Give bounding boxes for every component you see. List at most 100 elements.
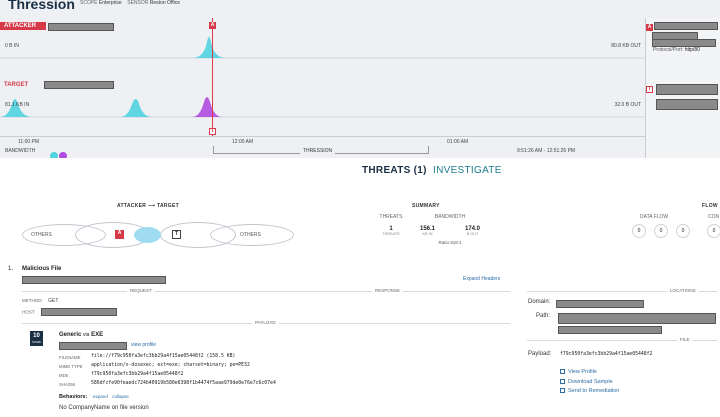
right-others-label: OTHERS (240, 232, 261, 238)
tab-threats[interactable]: THREATS (1) (362, 165, 427, 176)
attacker-node[interactable]: A (115, 230, 124, 239)
connection-overlap (134, 227, 161, 243)
traffic-chart[interactable]: ATTACKER 0 B IN 80.8 KB OUT TARGET 81.1 … (0, 18, 645, 136)
score-badge: 10 SCORE (30, 331, 43, 346)
relationship-graph[interactable]: OTHERS A T OTHERS (20, 222, 294, 248)
threat-profile-redacted (59, 342, 127, 350)
view-profile-inline-link[interactable]: view profile (131, 342, 156, 348)
payload-label: PAYLOAD (252, 320, 279, 325)
tab-bar: THREATS (1) INVESTIGATE (0, 158, 720, 186)
side-protocol: Protocol/Port: http/80 (653, 47, 700, 53)
host-redacted (40, 308, 117, 316)
threat-name-row: Generic via EXE (59, 332, 103, 338)
summary-bandwidth-label: BANDWIDTH (434, 214, 466, 220)
mime-value: application/x-dosexec; ext=exe; charset=… (91, 363, 250, 368)
sha256-value: 586dfcfe90feaedc724b40919b580e6398f1b447… (91, 381, 276, 386)
side-target-tag: T (646, 86, 653, 93)
score-sub: SCORE (32, 341, 41, 344)
side-target-redacted-2 (656, 99, 718, 110)
behaviors-label: Behaviors: (59, 394, 88, 400)
scope-value[interactable]: Enterprise (99, 0, 122, 6)
threat-title[interactable]: Malicious File (22, 266, 61, 272)
target-out: 32.0 B OUT (614, 102, 641, 108)
filename-key: FILENAME (59, 355, 81, 360)
traffic-chart-svg (0, 37, 645, 118)
summary-bw-in-sub: KB IN (422, 232, 433, 236)
target-in: 81.1 KB IN (5, 102, 30, 108)
side-attacker-redacted (654, 22, 718, 30)
behaviors-row: Behaviors: expand collapse (59, 394, 129, 400)
download-icon (560, 379, 565, 384)
summary-ratio: Ratio 918:1 (438, 240, 462, 245)
target-inbound-peak-2 (120, 99, 152, 117)
attacker-inbound-peak (192, 37, 226, 58)
score-value: 10 (33, 333, 40, 339)
threat-name: Generic (59, 332, 82, 338)
protocol-value: http/80 (684, 47, 700, 53)
path-redacted-2 (558, 326, 662, 334)
flow-b: 0 (654, 224, 668, 238)
send-icon (560, 388, 565, 393)
summary-heading: SUMMARY (412, 203, 440, 209)
tab-investigate[interactable]: INVESTIGATE (433, 165, 502, 176)
page-title: Thression (8, 0, 75, 12)
cursor-attacker-tag: A (209, 22, 216, 29)
bandwidth-label: BANDWIDTH (5, 148, 36, 154)
payload-divider: PAYLOAD (22, 320, 510, 325)
threat-url-redacted (22, 276, 166, 284)
download-sample-link[interactable]: Download Sample (560, 379, 613, 385)
attacker-label: ATTACKER (0, 22, 47, 30)
download-sample-label: Download Sample (568, 379, 613, 385)
mime-key: MIME TYPE (59, 364, 83, 369)
method-row: METHOD: GET (22, 298, 58, 304)
tick-11pm: 11:00 PM (18, 139, 40, 145)
attacker-in: 0 B IN (5, 43, 19, 49)
flow-heading: FLOW (702, 203, 718, 209)
domain-redacted (556, 300, 644, 308)
md5-value: f79c950fa3efc3bb29a4f15ae05448f2 (91, 372, 184, 377)
behavior-item: No CompanyName on file version (59, 405, 149, 411)
threat-index: 1. (8, 266, 14, 272)
host-label: HOST: (22, 309, 36, 315)
target-outbound-peak (192, 97, 222, 117)
attacker-ip-redacted (48, 23, 114, 31)
flow-cps: 0 (632, 224, 646, 238)
flow-data-label: DATA FLOW (640, 214, 669, 220)
payload-key: Payload: (528, 351, 552, 357)
timeline-panel: Thression SCOPE Enterprise SENSOR Reston… (0, 0, 720, 160)
title-meta: SCOPE Enterprise SENSOR Reston Office (80, 0, 180, 6)
sensor-label: SENSOR (127, 0, 149, 6)
filename-value: file://f79c950fa3efc3bb29a4f15ae05448f2 … (91, 354, 236, 359)
path-redacted (558, 313, 716, 324)
payload-value: f79c950fa3efc3bb29a4f15ae05448f2 (560, 352, 653, 357)
behaviors-collapse[interactable]: collapse (112, 394, 129, 399)
cursor-target-tag: T (209, 128, 216, 135)
view-profile-label: View Profile (568, 369, 597, 375)
method-label: METHOD: (22, 298, 43, 303)
file-divider: FILE (527, 337, 717, 342)
expand-headers-link[interactable]: Expand Headers (463, 276, 500, 282)
send-remediation-label: Send to Remediation (568, 388, 620, 394)
sha256-key: SHA256 (59, 382, 76, 387)
request-label: REQUEST (127, 288, 155, 293)
threat-via: via (83, 332, 90, 338)
request-response-divider: REQUEST RESPONSE (22, 288, 510, 293)
time-cursor[interactable] (212, 18, 213, 136)
md5-key: MD5 (59, 373, 69, 378)
left-others-label: OTHERS (31, 232, 52, 238)
domain-label: Domain: (528, 299, 551, 305)
target-node[interactable]: T (172, 230, 181, 239)
flow-con: 0 (707, 224, 720, 238)
method-value: GET (48, 298, 59, 304)
flow-ps: 0 (676, 224, 690, 238)
path-label: Path: (536, 313, 551, 319)
sensor-value[interactable]: Reston Office (150, 0, 180, 6)
summary-bw-out-sub: B OUT (466, 232, 479, 236)
locations-divider: LOCATIONS (527, 288, 717, 293)
range-readout: 9:51:26 AM - 12:51:26 PM (517, 148, 576, 154)
send-remediation-link[interactable]: Send to Remediation (560, 388, 619, 394)
file-label: FILE (677, 337, 693, 342)
view-profile-link[interactable]: View Profile (560, 369, 597, 375)
response-label: RESPONSE (372, 288, 404, 293)
behaviors-expand[interactable]: expand (93, 394, 108, 399)
